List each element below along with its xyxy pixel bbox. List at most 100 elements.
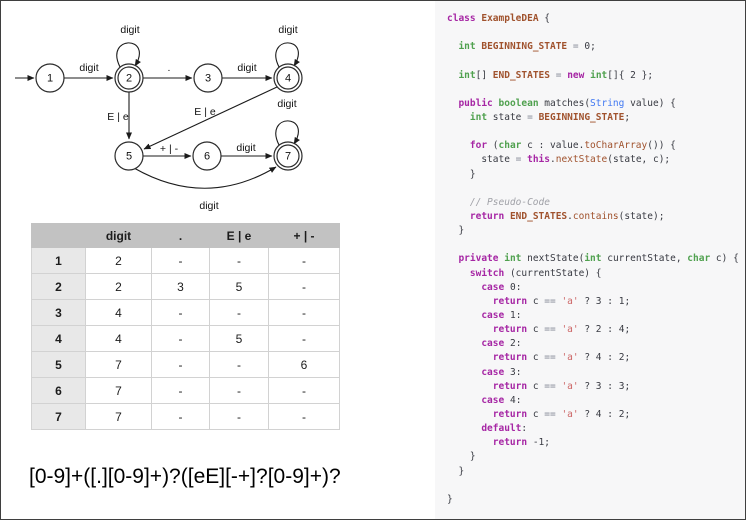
code-token: boolean — [499, 98, 539, 109]
transition-cell: - — [210, 248, 269, 274]
state-4-accepting: 4 — [274, 64, 302, 92]
code-token: nextState( — [521, 253, 584, 264]
code-token: 'a' — [561, 381, 578, 392]
code-token — [447, 41, 458, 52]
edge-label: digit — [237, 62, 256, 74]
code-token — [447, 268, 470, 279]
code-token: ; — [624, 112, 630, 123]
code-token: == — [544, 352, 555, 363]
code-line: } — [447, 493, 745, 507]
page: 1234567digitdigit.digitdigitE | eE | e+ … — [0, 0, 746, 520]
code-token — [447, 352, 493, 363]
code-token — [447, 367, 481, 378]
table-row: 57--6 — [32, 352, 340, 378]
code-line: switch (currentState) { — [447, 267, 745, 281]
code-line — [447, 238, 745, 252]
code-token: (state, c); — [607, 154, 670, 165]
code-line: class ExampleDEA { — [447, 12, 745, 26]
code-line: // Pseudo-Code — [447, 196, 745, 210]
code-token: (currentState) { — [504, 268, 601, 279]
code-line: case 1: — [447, 309, 745, 323]
code-token — [447, 381, 493, 392]
transition-cell: - — [152, 326, 210, 352]
transition-cell: - — [152, 352, 210, 378]
code-token — [447, 338, 481, 349]
code-token: ; — [624, 352, 630, 363]
code-token — [447, 253, 458, 264]
edge-4-5 — [144, 87, 277, 149]
code-token: == — [544, 324, 555, 335]
transition-cell: - — [210, 300, 269, 326]
code-token — [447, 211, 470, 222]
code-token: 'a' — [561, 409, 578, 420]
code-token: for — [470, 140, 487, 151]
code-token: int — [590, 70, 607, 81]
code-token: ; — [624, 324, 630, 335]
code-token: : — [602, 381, 619, 392]
transition-cell: - — [210, 404, 269, 430]
column-header: + | - — [269, 224, 340, 248]
transition-cell: - — [269, 404, 340, 430]
row-header-state: 3 — [32, 300, 86, 326]
code-token: switch — [470, 268, 504, 279]
code-token: 'a' — [561, 352, 578, 363]
code-token: value) { — [624, 98, 675, 109]
code-token: 'a' — [561, 296, 578, 307]
code-token — [447, 395, 481, 406]
code-token: } — [447, 466, 464, 477]
code-line — [447, 479, 745, 493]
code-token: this — [527, 154, 550, 165]
code-token: c — [527, 381, 544, 392]
code-line: case 4: — [447, 394, 745, 408]
code-token — [447, 197, 470, 208]
transition-cell: - — [210, 352, 269, 378]
transition-cell: 2 — [86, 248, 152, 274]
code-token: : — [516, 395, 522, 406]
code-token: ; — [590, 41, 596, 52]
code-line: case 0: — [447, 281, 745, 295]
state-5: 5 — [115, 142, 143, 170]
code-line: } — [447, 450, 745, 464]
code-token: return — [493, 352, 527, 363]
transition-cell: 7 — [86, 378, 152, 404]
column-header: . — [152, 224, 210, 248]
row-header-state: 4 — [32, 326, 86, 352]
dfa-state-diagram: 1234567digitdigit.digitdigitE | eE | e+ … — [1, 1, 361, 221]
edge-label: + | - — [160, 143, 179, 155]
row-header-state: 6 — [32, 378, 86, 404]
code-token: ; — [624, 296, 630, 307]
code-token: String — [590, 98, 624, 109]
code-token: { — [539, 13, 550, 24]
table-row: 67--- — [32, 378, 340, 404]
state-number: 2 — [126, 73, 132, 85]
code-token: default — [481, 423, 521, 434]
transition-cell: 2 — [86, 274, 152, 300]
code-token — [447, 112, 470, 123]
row-header-state: 1 — [32, 248, 86, 274]
code-token: } — [447, 494, 453, 505]
edge-label: . — [168, 62, 171, 74]
code-token: == — [544, 296, 555, 307]
state-number: 5 — [126, 151, 132, 163]
code-line: return c == 'a' ? 2 : 4; — [447, 323, 745, 337]
transition-cell: - — [269, 378, 340, 404]
code-panel: class ExampleDEA { int BEGINNING_STATE =… — [435, 1, 745, 519]
state-number: 7 — [285, 151, 291, 163]
code-line — [447, 83, 745, 97]
code-token: c — [527, 352, 544, 363]
code-token: END_STATES — [510, 211, 567, 222]
code-token: matches( — [539, 98, 590, 109]
code-token: : — [516, 282, 522, 293]
code-token — [447, 423, 481, 434]
code-line: state = this.nextState(state, c); — [447, 153, 745, 167]
state-number: 1 — [47, 73, 53, 85]
code-token: private — [458, 253, 498, 264]
code-token: } — [447, 225, 464, 236]
column-header: digit — [86, 224, 152, 248]
code-token: ; — [624, 381, 630, 392]
code-token: int — [458, 41, 475, 52]
code-line: int[] END_STATES = new int[]{ 2 }; — [447, 69, 745, 83]
code-token: : — [521, 423, 527, 434]
transition-cell: - — [152, 378, 210, 404]
code-token: : — [516, 310, 522, 321]
